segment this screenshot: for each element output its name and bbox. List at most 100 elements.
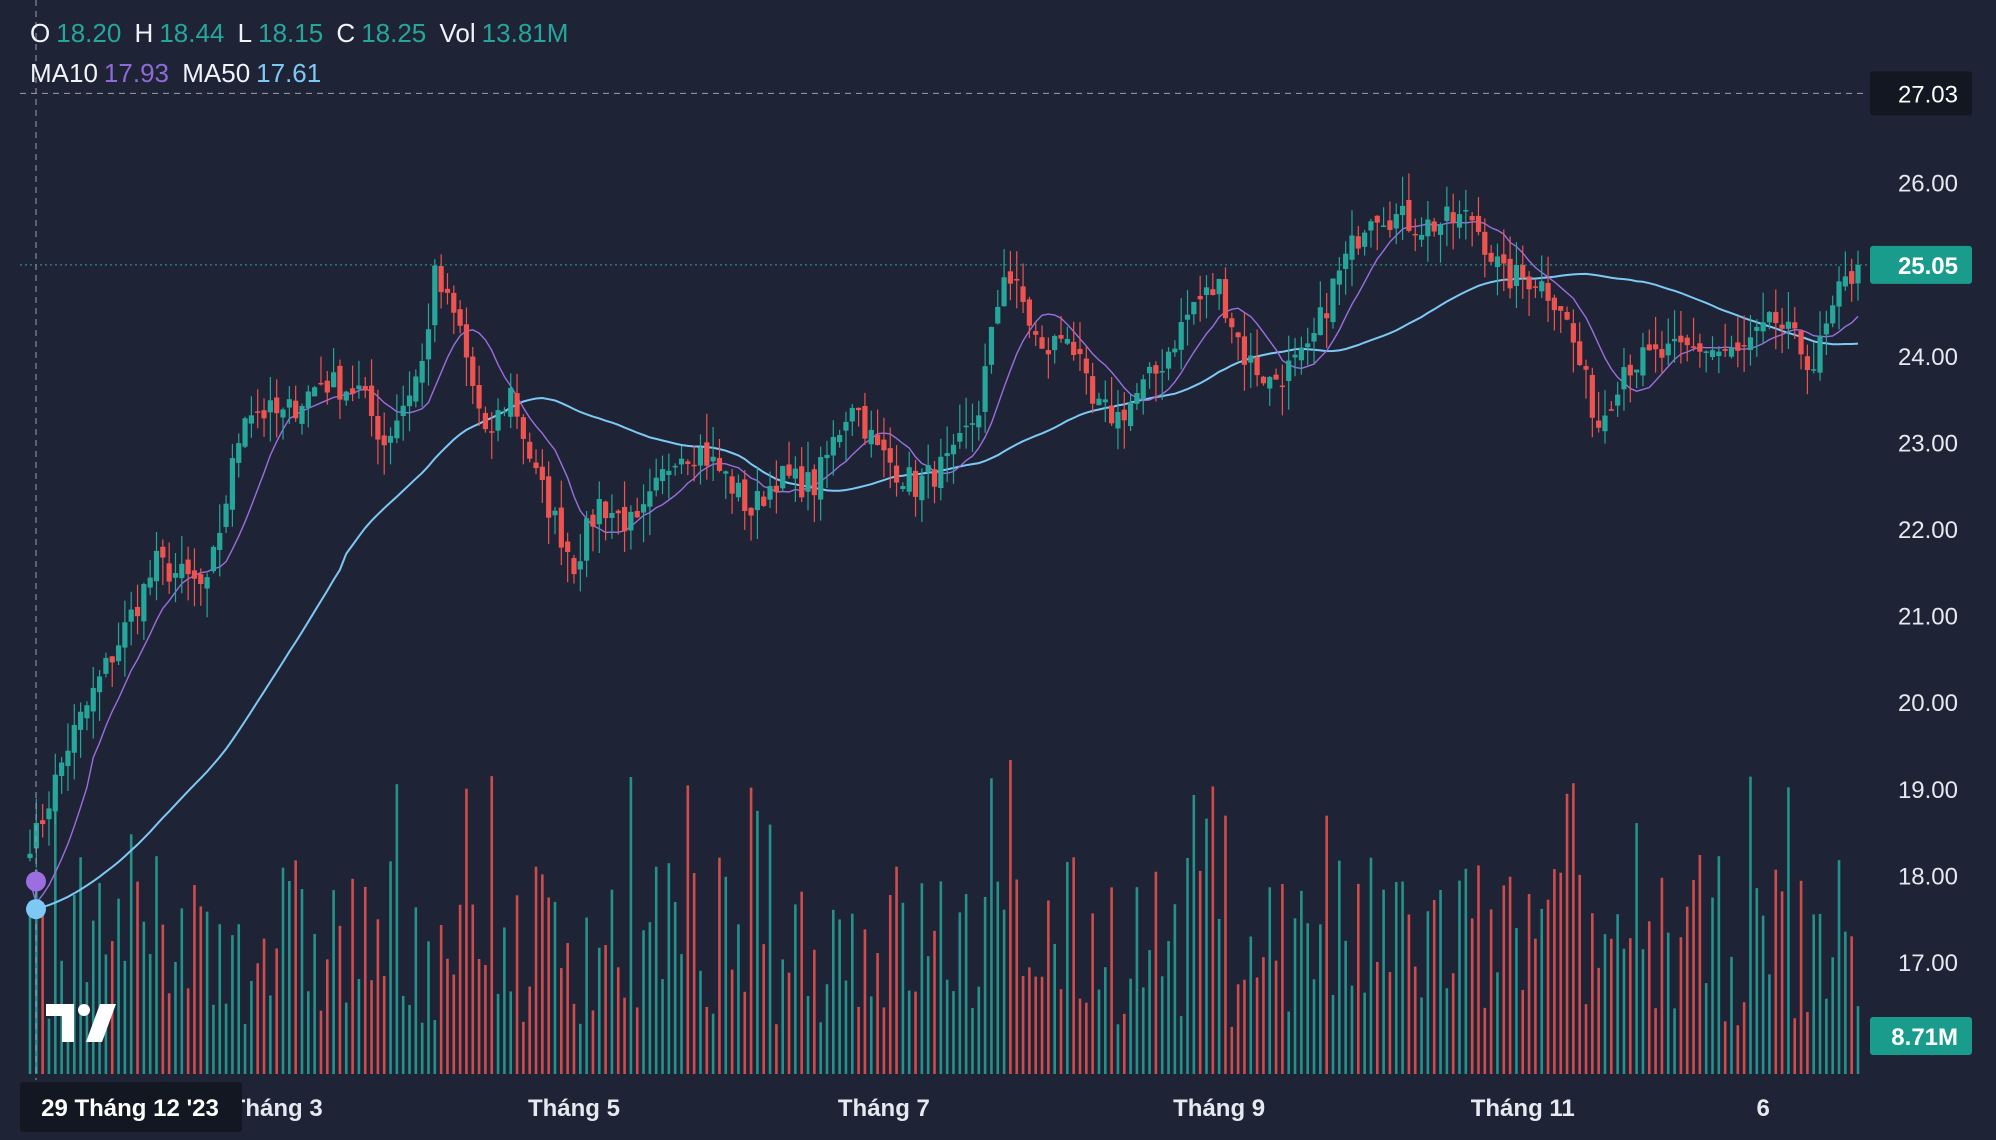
- candle: [1513, 242, 1520, 309]
- candle: [995, 289, 1001, 325]
- candle: [900, 482, 906, 492]
- candle-body: [874, 434, 881, 445]
- volume-bar: [1160, 976, 1164, 1074]
- candle: [166, 542, 172, 594]
- candle-body: [406, 395, 413, 407]
- chart-canvas[interactable]: 17.00 18.00 19.00 20.00 21.00 22.00 23.00 24.00…: [0, 0, 1996, 1140]
- time-axis: Tháng 3 Tháng 5 Tháng 7 Tháng 9 Tháng 11 6 29 …: [20, 1082, 1770, 1132]
- candle-body: [653, 477, 659, 491]
- candle-body: [242, 418, 248, 447]
- volume-bar: [869, 996, 873, 1074]
- candle: [735, 474, 742, 502]
- candle-body: [413, 376, 419, 402]
- candle: [1652, 316, 1659, 373]
- volume-bar: [1268, 887, 1272, 1074]
- candle-body: [1722, 349, 1728, 351]
- candle-body: [1596, 420, 1602, 428]
- volume-bar: [806, 995, 810, 1074]
- volume-bar: [768, 824, 772, 1074]
- candle-body: [1210, 289, 1216, 296]
- candle-body: [1083, 358, 1089, 374]
- candle-body: [1747, 337, 1754, 351]
- candle-body: [1381, 225, 1387, 227]
- candle-body: [482, 412, 489, 430]
- candle-body: [1684, 337, 1690, 346]
- crosshair-price-badge: 27.03: [1870, 71, 1972, 116]
- candle-body: [862, 405, 868, 439]
- candle: [318, 356, 324, 386]
- candle: [1532, 280, 1539, 298]
- candle-body: [1659, 349, 1665, 358]
- volume-bar: [566, 943, 569, 1074]
- volume-bar: [572, 1003, 576, 1074]
- volume-bar: [1331, 994, 1335, 1074]
- volume-bar: [458, 904, 462, 1074]
- candle: [1317, 281, 1323, 336]
- candle: [1564, 306, 1570, 321]
- candle: [672, 463, 678, 476]
- candlestick-chart[interactable]: 17.00 18.00 19.00 20.00 21.00 22.00 23.00 24.00…: [0, 0, 1996, 1140]
- volume-bar: [926, 956, 930, 1074]
- volume-bar: [1502, 885, 1506, 1074]
- last-volume-badge: 8.71M: [1870, 1017, 1972, 1055]
- candle: [1608, 401, 1614, 412]
- candle: [1494, 243, 1501, 296]
- candle: [1387, 201, 1393, 238]
- high-label: H: [134, 18, 154, 48]
- candle: [299, 403, 305, 435]
- candle-body: [1134, 393, 1140, 404]
- candle: [1425, 200, 1431, 262]
- volume-bar: [705, 1006, 709, 1074]
- volume-bar: [1755, 888, 1759, 1074]
- candle-body: [78, 711, 84, 730]
- candle-body: [229, 458, 236, 510]
- volume-bar: [218, 924, 222, 1074]
- volume-bar: [882, 1007, 886, 1074]
- candle: [811, 464, 817, 523]
- candle: [1697, 333, 1703, 368]
- candle-body: [520, 417, 526, 439]
- candle: [1602, 390, 1608, 444]
- volume-bar: [1578, 874, 1581, 1074]
- candle: [1855, 250, 1861, 301]
- candle-body: [1577, 341, 1583, 366]
- volume-bar: [699, 970, 702, 1074]
- candle-body: [773, 485, 779, 493]
- candle-body: [780, 465, 786, 489]
- volume-bar: [1173, 904, 1177, 1074]
- candle-body: [65, 750, 71, 767]
- volume-bar: [332, 890, 335, 1074]
- candle: [413, 369, 419, 408]
- volume-bar: [933, 930, 936, 1074]
- candle-body: [1513, 264, 1520, 287]
- volume-bar: [243, 1024, 247, 1074]
- candle: [451, 285, 457, 335]
- candle-body: [1026, 299, 1032, 326]
- candle-body: [134, 606, 141, 617]
- candle-body: [957, 432, 963, 442]
- candle-body: [527, 441, 533, 459]
- volume-bar: [1293, 918, 1297, 1074]
- candle-body: [1817, 335, 1823, 373]
- candle: [1431, 217, 1437, 237]
- volume-bar: [958, 912, 962, 1074]
- candle-body: [1545, 283, 1551, 301]
- time-tick-label: Tháng 11: [1471, 1095, 1575, 1122]
- candle-body: [324, 380, 330, 393]
- candle: [1109, 376, 1115, 426]
- candle: [1254, 329, 1260, 387]
- volume-bar: [446, 958, 449, 1074]
- candle: [1684, 334, 1690, 362]
- candle: [1336, 256, 1342, 305]
- candle: [261, 398, 267, 437]
- candle-body: [27, 853, 33, 859]
- candle: [147, 559, 153, 596]
- price-tick-label: 24.00: [1898, 344, 1958, 371]
- volume-bar: [762, 944, 766, 1074]
- price-tick-label: 19.00: [1898, 777, 1958, 804]
- tradingview-logo-icon[interactable]: [44, 998, 128, 1048]
- volume-bar: [1211, 786, 1215, 1074]
- volume-bar: [749, 787, 753, 1074]
- volume-bar: [1844, 931, 1847, 1074]
- candle-body: [590, 514, 596, 527]
